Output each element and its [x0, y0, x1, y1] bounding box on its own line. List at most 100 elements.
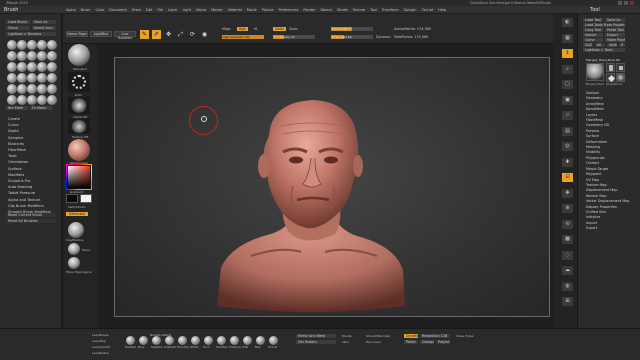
spix-icon[interactable]: ▦ [562, 33, 573, 43]
lightbox-button[interactable]: LightBox [90, 31, 112, 37]
tool-subpalette-item[interactable]: Export [586, 226, 629, 231]
tool-make-polymesh3d-button[interactable]: Make PolyMesh3D [605, 38, 625, 42]
tool-load-tools-from-project-button[interactable]: Load Tools From Project [583, 23, 625, 27]
ghost-icon[interactable]: ☁ [562, 266, 573, 275]
brush-thumbnail[interactable] [17, 84, 27, 94]
sdiv-slider[interactable]: SDiv [342, 340, 349, 344]
live-boolean-button[interactable]: Live Boolean [114, 31, 136, 40]
merged-head-tool-thumbnail[interactable] [616, 73, 625, 82]
reset-all-brushes-button[interactable]: Reset All Brushes [6, 219, 56, 223]
menu-draw[interactable]: Draw [132, 6, 141, 14]
close-holes-button[interactable]: Close Holes [456, 334, 473, 338]
maximize-icon[interactable] [624, 1, 628, 5]
menu-color[interactable]: Color [95, 6, 104, 14]
bottom-brush-pinch-icon[interactable] [204, 336, 213, 345]
zoom3d-icon[interactable]: ⊕ [562, 204, 573, 213]
actual-icon[interactable]: ▢ [562, 80, 573, 89]
divide-button[interactable]: Divide [342, 334, 352, 338]
menu-brush[interactable]: Brush [81, 6, 91, 14]
brush-thumbnail[interactable] [17, 51, 27, 61]
aahalf-icon[interactable]: ▣ [562, 95, 573, 105]
dynamic-toggle[interactable]: Dynamic [376, 35, 391, 39]
rgb-toggle[interactable]: Rgb [237, 27, 248, 31]
brush-thumbnail[interactable] [27, 62, 37, 72]
home-page-button[interactable]: Home Page [66, 31, 88, 37]
simplebrush-tool-thumbnail[interactable] [606, 73, 616, 83]
menu-file[interactable]: File [157, 6, 163, 14]
brush-thumbnail[interactable] [37, 51, 47, 61]
tool-subpalette-item[interactable]: Vector Displacement Map [586, 199, 629, 204]
bottom-brush-standard-icon[interactable] [126, 336, 135, 345]
rotate-icon[interactable]: ⟳ [188, 30, 197, 39]
menu-edit[interactable]: Edit [146, 6, 153, 14]
draw-size-slider[interactable]: Draw Size 64 [331, 35, 373, 39]
cylinder-tool-thumbnail[interactable] [606, 63, 615, 72]
main-color-swatch[interactable] [66, 194, 78, 203]
brush-thumbnail[interactable] [7, 95, 17, 105]
brush-thumbnail[interactable] [47, 95, 57, 105]
dynamesh-button[interactable]: DynaMesh [404, 334, 424, 338]
menu-material[interactable]: Material [228, 6, 242, 14]
tool-all-button[interactable]: All [595, 43, 605, 47]
scroll-icon[interactable]: ⇕ [562, 49, 573, 58]
zadd-toggle[interactable]: Zadd [273, 27, 286, 31]
project-toggle[interactable]: Project [436, 340, 450, 344]
tool-import-button[interactable]: Import [583, 33, 603, 37]
menu-light[interactable]: Light [182, 6, 190, 14]
transp-icon[interactable]: ◌ [562, 250, 573, 260]
m-toggle[interactable]: M [254, 27, 257, 31]
stroke-thumbnail[interactable] [68, 72, 90, 92]
brush-thumbnail[interactable] [47, 40, 57, 50]
zsub-toggle[interactable]: Zsub [289, 27, 297, 31]
move-icon[interactable]: ✥ [164, 30, 173, 39]
frame-icon[interactable]: ⊡ [562, 173, 573, 182]
bottom-brush-blob-icon[interactable] [256, 336, 265, 345]
move-icon[interactable]: ✥ [562, 188, 573, 198]
menu-zplugin[interactable]: Zplugin [404, 6, 417, 14]
lazymouse-toggle[interactable]: LazyMouse [92, 333, 109, 337]
polyf-icon[interactable]: ▩ [562, 235, 573, 244]
bottom-brush-move-topological-icon[interactable] [178, 336, 187, 345]
tool-save-as-button[interactable]: Save As [605, 18, 625, 22]
del-lower-button[interactable]: Del Lower [366, 340, 381, 344]
tool-copy-tool-button[interactable]: Copy Tool [583, 28, 603, 32]
lazystep-slider[interactable]: LazyStep [92, 339, 106, 343]
menu-stencil[interactable]: Stencil [320, 6, 331, 14]
claybuildup-brush-icon[interactable] [68, 222, 84, 238]
color-picker[interactable] [67, 165, 91, 189]
local-icon[interactable]: ◎ [562, 142, 573, 151]
menu-transform[interactable]: Transform [382, 6, 399, 14]
brush-thumbnail[interactable] [17, 40, 27, 50]
menu-movie[interactable]: Movie [247, 6, 257, 14]
load-brush-button[interactable]: Load Brush [6, 20, 30, 24]
alternate-button[interactable]: Alternate [66, 212, 88, 216]
switch-color-label[interactable]: SwitchColor [68, 205, 86, 209]
brush-thumbnail[interactable] [47, 62, 57, 72]
bpr-icon[interactable]: ◐ [562, 18, 573, 27]
groups-toggle[interactable]: Groups [420, 340, 434, 344]
sphere-icon[interactable]: ◉ [200, 30, 209, 39]
brush-thumbnail[interactable] [37, 40, 47, 50]
floor-icon[interactable]: ▤ [562, 126, 573, 136]
menu-macro[interactable]: Macro [196, 6, 206, 14]
menu-help[interactable]: Help [438, 6, 446, 14]
scale-icon[interactable]: ⤢ [176, 30, 185, 39]
alpha-thumbnail[interactable] [68, 97, 90, 114]
bottom-brush-claybuildup-icon[interactable] [165, 336, 174, 345]
select-icon-button[interactable]: Select Icon [32, 26, 56, 30]
brush-thumbnail[interactable] [37, 95, 47, 105]
bottom-brush-move-icon[interactable] [139, 336, 148, 345]
secondary-color-swatch[interactable] [80, 194, 92, 203]
move-topological-brush-icon[interactable] [68, 257, 80, 269]
bottom-brush-inflat-icon[interactable] [243, 336, 252, 345]
itm-elem-button[interactable]: Itm Elem [6, 106, 28, 110]
brush-thumbnail[interactable] [37, 84, 47, 94]
tool-visible-button[interactable]: Visible [607, 43, 617, 47]
tool-lightbox-tools-button[interactable]: Lightbox > Tools [583, 48, 625, 52]
mrgb-toggle[interactable]: Mrgb [222, 27, 231, 31]
lightbox-brushes-button[interactable]: Lightbox > Brushes [6, 32, 56, 36]
tool-paste-tool-button[interactable]: Paste Tool [605, 28, 625, 32]
fx-mesh-button[interactable]: Fx Mesh [30, 106, 52, 110]
tool-export-button[interactable]: Export [605, 33, 625, 37]
polish-toggle[interactable]: Polish [404, 340, 418, 344]
